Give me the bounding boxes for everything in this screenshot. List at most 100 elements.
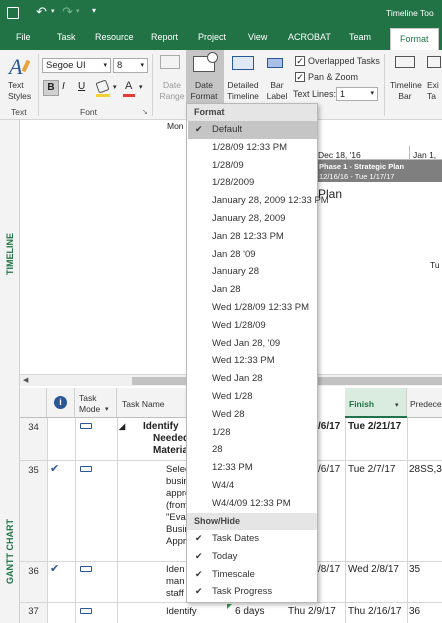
date-format-option[interactable]: January 28	[212, 266, 259, 277]
finish-date[interactable]: Wed 2/8/17	[348, 564, 399, 575]
predecessors[interactable]: 28SS,31	[409, 464, 442, 475]
detailed-timeline-button[interactable]: Detailed Timeline	[225, 80, 261, 102]
text-styles-button[interactable]: Text Styles	[8, 80, 33, 102]
timeline-bar-button[interactable]: Timeline Bar	[390, 80, 422, 102]
task-name[interactable]: Iden man staff	[166, 564, 185, 600]
date-format-option[interactable]: W4/4	[212, 480, 234, 491]
show-hide-option[interactable]: Task Dates	[212, 533, 259, 544]
font-color-button[interactable]: A	[125, 80, 132, 92]
date-format-option[interactable]: W4/4/09 12:33 PM	[212, 498, 291, 509]
start-date[interactable]: Thu 2/9/17	[288, 606, 336, 617]
font-dialog-launcher-icon[interactable]: ↘	[142, 108, 148, 116]
date-format-button[interactable]: Date Format	[187, 80, 221, 102]
header-finish[interactable]: Finish ▾	[345, 388, 407, 418]
date-format-option[interactable]: Wed 1/28/09	[212, 320, 266, 331]
divider	[384, 54, 385, 116]
ribbon-tabs: File Task Resource Report Project View A…	[0, 28, 442, 50]
date-format-option[interactable]: 1/28/2009	[212, 177, 254, 188]
pan-zoom-checkbox[interactable]: ✓	[295, 72, 305, 82]
row-number[interactable]: 35	[20, 461, 47, 561]
font-name-select[interactable]: Segoe UI ▾	[42, 58, 111, 73]
show-hide-option[interactable]: Today	[212, 551, 237, 562]
date-format-option[interactable]: 12:33 PM	[212, 462, 253, 473]
tab-file[interactable]: File	[16, 32, 31, 42]
tab-team[interactable]: Team	[349, 32, 371, 42]
tab-acrobat[interactable]: ACROBAT	[288, 32, 331, 42]
predecessors[interactable]: 35	[409, 564, 420, 575]
column-divider	[47, 418, 48, 623]
date-format-option[interactable]: Default	[212, 124, 242, 135]
date-range-button[interactable]: Date Range	[158, 80, 186, 102]
tab-project[interactable]: Project	[198, 32, 226, 42]
date-format-option[interactable]: Jan 28 '09	[212, 249, 256, 260]
start-date[interactable]: /6/17	[318, 421, 340, 432]
date-format-option[interactable]: 1/28	[212, 427, 231, 438]
header-info[interactable]: i	[47, 388, 75, 418]
predecessors[interactable]: 36	[409, 606, 420, 617]
font-color-dropdown-icon[interactable]: ▾	[139, 83, 143, 91]
task-name-line: Identify	[143, 421, 179, 432]
existing-tasks-button[interactable]: Exi Ta	[427, 80, 442, 102]
header-predecessors[interactable]: Predece	[407, 388, 442, 418]
date-format-option[interactable]: January 28, 2009 12:33 PM	[212, 195, 329, 206]
font-size-select[interactable]: 8 ▾	[113, 58, 148, 73]
task-name-line: Materia	[153, 445, 189, 456]
collapse-icon[interactable]: ◢	[119, 421, 125, 433]
finish-date[interactable]: Tue 2/7/17	[348, 464, 395, 475]
bold-button[interactable]: B	[43, 80, 59, 96]
column-divider	[75, 418, 76, 623]
tab-report[interactable]: Report	[151, 32, 178, 42]
date-format-option[interactable]: Wed 12:33 PM	[212, 355, 275, 366]
finish-date[interactable]: Tue 2/21/17	[348, 421, 401, 432]
phase-bar[interactable]: Phase 1 - Strategic Plan 12/16/16 - Tue …	[316, 160, 442, 182]
row-number[interactable]: 34	[20, 418, 47, 460]
start-date[interactable]: /6/17	[318, 464, 340, 475]
customize-toolbar-icon[interactable]: ▾	[92, 6, 96, 15]
row-number[interactable]: 36	[20, 562, 47, 602]
task-name[interactable]: Identify	[166, 606, 197, 617]
text-lines-select[interactable]: 1 ▾	[336, 87, 378, 101]
finish-date[interactable]: Thu 2/16/17	[348, 606, 401, 617]
redo-dropdown-icon[interactable]: ▾	[76, 7, 80, 15]
tab-resource[interactable]: Resource	[95, 32, 134, 42]
chevron-down-icon[interactable]: ▾	[395, 401, 399, 409]
undo-icon[interactable]: ↶	[36, 4, 47, 20]
tab-task[interactable]: Task	[57, 32, 76, 42]
fill-color-dropdown-icon[interactable]: ▾	[113, 83, 117, 91]
show-hide-option[interactable]: Task Progress	[212, 586, 272, 597]
overlapped-tasks-checkbox[interactable]: ✓	[295, 56, 305, 66]
auto-scheduled-task-icon	[80, 566, 92, 572]
save-icon[interactable]	[7, 7, 19, 19]
date-format-option[interactable]: Jan 28 12:33 PM	[212, 231, 284, 242]
duration[interactable]: 6 days	[235, 606, 264, 617]
date-format-option[interactable]: Jan 28	[212, 284, 241, 295]
start-date[interactable]: /8/17	[318, 564, 340, 575]
show-hide-option[interactable]: Timescale	[212, 569, 255, 580]
underline-button[interactable]: U	[78, 81, 85, 92]
task-name[interactable]: ◢ Identify Needed Materia	[119, 421, 189, 457]
header-select-all[interactable]	[20, 388, 47, 418]
date-format-option[interactable]: Wed 28	[212, 409, 245, 420]
undo-dropdown-icon[interactable]: ▾	[51, 7, 55, 15]
header-task-mode[interactable]: Task Mode ▾	[75, 388, 117, 418]
date-format-option[interactable]: Wed 1/28	[212, 391, 253, 402]
phase-dates: 12/16/16 - Tue 1/17/17	[319, 172, 395, 181]
header-predecessors-label: Predece	[410, 399, 442, 409]
date-format-option[interactable]: Wed 1/28/09 12:33 PM	[212, 302, 309, 313]
date-format-option[interactable]: Wed Jan 28	[212, 373, 263, 384]
row-number[interactable]: 37	[20, 603, 47, 623]
date-format-option[interactable]: 28	[212, 444, 223, 455]
tab-view[interactable]: View	[248, 32, 267, 42]
bar-label-button[interactable]: Bar Label	[264, 80, 290, 102]
redo-icon[interactable]: ↷	[62, 4, 73, 20]
date-range-icon	[160, 55, 180, 69]
tab-format[interactable]: Format	[390, 28, 439, 50]
date-format-option[interactable]: 1/28/09 12:33 PM	[212, 142, 287, 153]
scroll-left-icon[interactable]: ◀	[23, 376, 28, 384]
text-styles-icon[interactable]: A	[9, 54, 22, 80]
italic-button[interactable]: I	[62, 81, 65, 92]
date-format-option[interactable]: 1/28/09	[212, 160, 244, 171]
chevron-down-icon[interactable]: ▾	[105, 405, 109, 413]
date-format-option[interactable]: Wed Jan 28, '09	[212, 338, 280, 349]
date-format-option[interactable]: January 28, 2009	[212, 213, 285, 224]
